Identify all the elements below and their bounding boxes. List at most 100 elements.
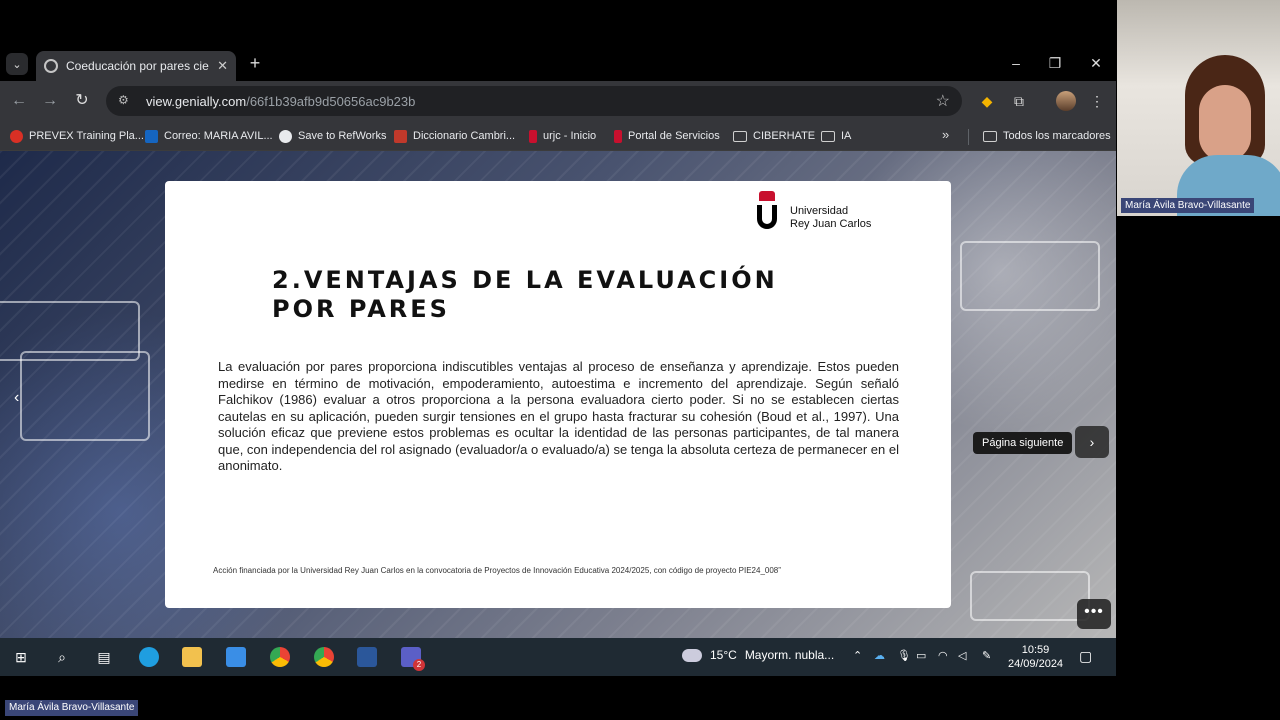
bookmarks-bar: PREVEX Training Pla... Correo: MARIA AVI…: [0, 121, 1116, 151]
slide-funding-footer: Acción financiada por la Universidad Rey…: [213, 566, 781, 575]
next-page-tooltip: Página siguiente: [973, 432, 1073, 454]
url-path: /66f1b39afb9d50656ac9b23b: [246, 93, 416, 109]
urjc-logo-icon: [755, 191, 779, 231]
folder-icon: [821, 130, 835, 142]
chrome-profile-icon[interactable]: [312, 645, 336, 669]
university-name: Universidad Rey Juan Carlos: [790, 205, 871, 231]
folder-icon: [983, 130, 997, 142]
weather-temp: 15°C: [710, 648, 737, 662]
slide-title-line1: 2.VENTAJAS DE LA EVALUACIÓN: [272, 266, 778, 294]
notifications-icon[interactable]: ▢: [1079, 648, 1092, 665]
urjc-icon: [614, 129, 622, 143]
bookmark-refworks[interactable]: Save to RefWorks: [279, 127, 386, 145]
next-page-button[interactable]: ›: [1075, 426, 1109, 458]
close-tab-icon[interactable]: ✕: [217, 58, 228, 74]
url-domain: view.genially.com: [146, 93, 247, 109]
bookmark-label: urjc - Inicio: [543, 130, 597, 142]
system-clock[interactable]: 10:59 24/09/2024: [1008, 643, 1063, 671]
extension-diamond-icon[interactable]: ◆: [977, 91, 997, 111]
bookmark-portal-servicios[interactable]: Portal de Servicios: [614, 127, 720, 145]
microphone-icon[interactable]: 🎙︎: [897, 649, 911, 662]
bookmark-label: Todos los marcadores: [1003, 130, 1111, 142]
university-name-line2: Rey Juan Carlos: [790, 218, 872, 230]
clock-time: 10:59: [1021, 644, 1050, 656]
task-view-icon[interactable]: ▤: [92, 645, 116, 669]
urjc-icon: [529, 129, 537, 143]
circuit-decoration: [970, 571, 1090, 621]
slide-card: Universidad Rey Juan Carlos 2.VENTAJAS D…: [165, 181, 951, 608]
bookmark-folder-ia[interactable]: IA: [821, 127, 851, 145]
bookmark-label: CIBERHATE: [753, 130, 816, 142]
bookmark-label: IA: [841, 130, 852, 142]
cloud-icon: [682, 648, 702, 662]
back-button[interactable]: ←: [9, 91, 29, 111]
tab-search-button[interactable]: ⌄: [6, 53, 28, 75]
file-explorer-icon[interactable]: [180, 645, 204, 669]
store-icon[interactable]: [224, 645, 248, 669]
minimize-button[interactable]: –: [1004, 53, 1028, 73]
slide-body-text: La evaluación por pares proporciona indi…: [218, 359, 899, 473]
slide-title: 2.VENTAJAS DE LA EVALUACIÓN POR PARES: [272, 266, 778, 324]
bookmark-label: Save to RefWorks: [298, 130, 387, 142]
bookmark-urjc-inicio[interactable]: urjc - Inicio: [529, 127, 596, 145]
bookmark-label: Diccionario Cambri...: [413, 130, 516, 142]
new-tab-button[interactable]: +: [246, 53, 264, 73]
presenter-name-label: María Ávila Bravo-Villasante: [5, 700, 139, 716]
more-options-button[interactable]: •••: [1077, 599, 1111, 629]
bookmark-folder-ciberhate[interactable]: CIBERHATE: [733, 127, 815, 145]
reload-button[interactable]: ↻: [72, 91, 92, 111]
slide-title-line2: POR PARES: [272, 295, 450, 323]
chevron-right-icon: ›: [1089, 434, 1095, 450]
outlook-icon: [145, 129, 158, 143]
presentation-viewport: ‹ Universidad Rey Juan Carlos 2.VENTAJAS…: [0, 151, 1116, 638]
profile-avatar[interactable]: [1056, 91, 1076, 111]
menu-kebab-icon[interactable]: ⋮: [1087, 91, 1107, 111]
address-bar[interactable]: ⚙ view.genially.com/66f1b39afb9d50656ac9…: [106, 86, 962, 116]
weather-text: Mayorm. nubla...: [744, 648, 835, 662]
restore-button[interactable]: ❐: [1043, 53, 1067, 73]
bookmark-label: PREVEX Training Pla...: [29, 130, 144, 142]
browser-toolbar: ← → ↻ ⚙ view.genially.com/66f1b39afb9d50…: [0, 81, 1116, 121]
chevron-down-icon: ⌄: [12, 58, 22, 71]
bookmark-star-icon[interactable]: ☆: [936, 91, 950, 111]
wifi-icon[interactable]: ◠: [938, 649, 948, 662]
weather-widget[interactable]: 15°C Mayorm. nubla...: [682, 648, 834, 662]
browser-window: ⌄ Coeducación por pares ciegos ✕ + – ❐ ✕…: [0, 45, 1116, 638]
bookmark-label: Portal de Servicios: [628, 130, 720, 142]
chrome-icon[interactable]: [268, 645, 292, 669]
active-tab[interactable]: Coeducación por pares ciegos ✕: [36, 51, 236, 81]
bookmark-prevex[interactable]: PREVEX Training Pla...: [10, 127, 144, 145]
search-icon[interactable]: ⌕: [50, 645, 74, 669]
all-bookmarks-folder[interactable]: Todos los marcadores: [983, 127, 1111, 145]
clock-date: 24/09/2024: [1008, 658, 1064, 670]
red-circle-icon: [10, 129, 23, 143]
battery-icon[interactable]: ▭: [916, 649, 926, 662]
teams-icon[interactable]: 2: [399, 645, 425, 671]
windows-start-icon[interactable]: ⊞: [9, 645, 33, 669]
genially-favicon-icon: [44, 59, 58, 73]
folder-icon: [733, 130, 747, 142]
bookmarks-divider: [968, 129, 969, 145]
site-info-icon[interactable]: ⚙: [118, 93, 134, 109]
university-name-line1: Universidad: [790, 205, 849, 217]
extensions-puzzle-icon[interactable]: ⧉: [1009, 91, 1029, 111]
tray-chevron-up-icon[interactable]: ⌃: [853, 649, 862, 662]
windows-taskbar: ⊞ ⌕ ▤ 2 15°C Mayorm. nubla... ⌃ ☁ 🎙︎ ▭ ◠…: [0, 638, 1116, 676]
close-window-button[interactable]: ✕: [1084, 53, 1108, 73]
pen-icon[interactable]: ✎: [982, 649, 991, 662]
bookmarks-overflow-icon[interactable]: »: [942, 127, 949, 142]
cambridge-icon: [394, 129, 407, 143]
word-icon[interactable]: [355, 645, 379, 669]
volume-icon[interactable]: ◁: [958, 649, 966, 662]
onedrive-icon[interactable]: ☁: [874, 649, 885, 662]
globe-icon: [279, 129, 292, 143]
edge-icon[interactable]: [137, 645, 161, 669]
participant-name-label: María Ávila Bravo-Villasante: [1121, 198, 1255, 213]
previous-page-arrow-icon[interactable]: ‹: [14, 389, 19, 407]
circuit-decoration: [960, 241, 1100, 311]
circuit-decoration: [20, 351, 150, 441]
bookmark-correo[interactable]: Correo: MARIA AVIL...: [145, 127, 273, 145]
bookmark-cambridge[interactable]: Diccionario Cambri...: [394, 127, 515, 145]
teams-badge: 2: [413, 659, 425, 671]
forward-button[interactable]: →: [40, 91, 60, 111]
